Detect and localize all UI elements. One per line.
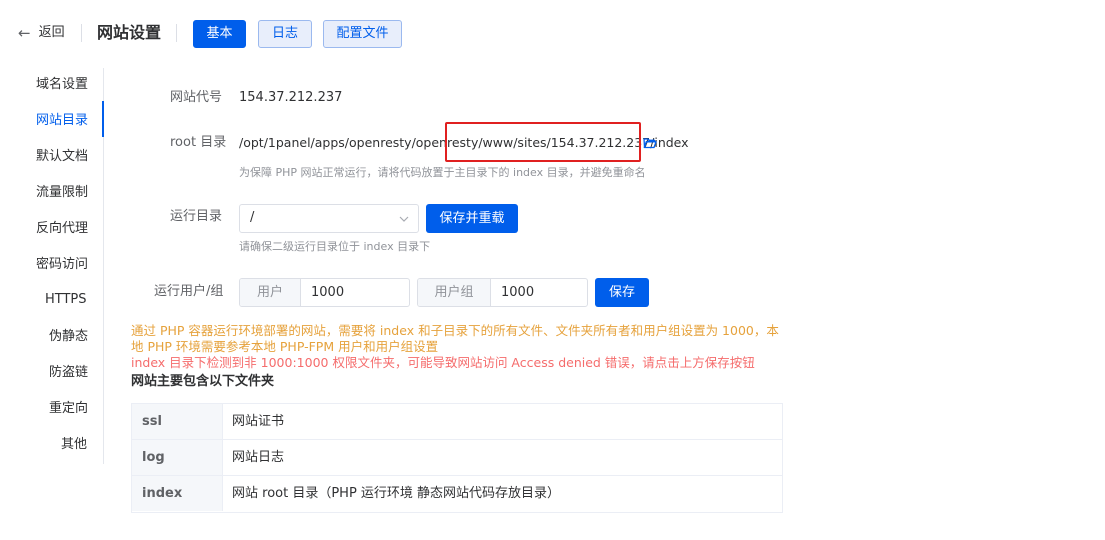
folders-table: ssl 网站证书 log 网站日志 index 网站 root 目录（PHP 运… <box>131 403 783 513</box>
group-value: 1000 <box>501 285 535 300</box>
folder-open-icon[interactable] <box>643 136 657 150</box>
user-value: 1000 <box>311 285 345 300</box>
back-button[interactable]: ← 返回 <box>18 24 65 42</box>
back-label: 返回 <box>38 25 65 40</box>
page-header: ← 返回 网站设置 基本 日志 配置文件 <box>0 0 1105 66</box>
save-button[interactable]: 保存 <box>595 278 649 307</box>
sidebar-item-site-dir[interactable]: 网站目录 <box>36 112 88 130</box>
run-dir-select[interactable]: / <box>239 204 419 233</box>
folders-title: 网站主要包含以下文件夹 <box>131 374 275 389</box>
group-prefix: 用户组 <box>418 279 491 306</box>
sidebar-active-indicator <box>102 101 104 137</box>
warning-text: 地 PHP 环境需要参考本地 PHP-FPM 用户和用户组设置 <box>131 339 439 354</box>
save-reload-button[interactable]: 保存并重载 <box>426 204 518 233</box>
folder-name: log <box>132 440 223 475</box>
user-prefix: 用户 <box>240 279 301 306</box>
root-dir-label: root 目录 <box>170 135 227 150</box>
page-title: 网站设置 <box>97 23 162 42</box>
sidebar-item-https[interactable]: HTTPS <box>45 291 87 309</box>
chevron-down-icon <box>399 216 409 222</box>
table-row: ssl 网站证书 <box>132 404 782 440</box>
table-row: log 网站日志 <box>132 440 782 476</box>
tab-log[interactable]: 日志 <box>258 20 312 48</box>
table-row: index 网站 root 目录（PHP 运行环境 静态网站代码存放目录） <box>132 476 782 512</box>
tab-config-file[interactable]: 配置文件 <box>323 20 402 48</box>
sidebar-item-redirect[interactable]: 重定向 <box>49 400 88 418</box>
tab-basic[interactable]: 基本 <box>193 20 246 48</box>
highlight-box <box>445 122 641 162</box>
warning-text: 通过 PHP 容器运行环境部署的网站，需要将 index 和子目录下的所有文件、… <box>131 323 779 338</box>
folder-description: 网站 root 目录（PHP 运行环境 静态网站代码存放目录） <box>232 486 561 501</box>
header-divider <box>81 24 82 42</box>
user-input[interactable]: 用户 1000 <box>239 278 410 307</box>
sidebar-item-domain[interactable]: 域名设置 <box>36 76 88 94</box>
user-group-label: 运行用户/组 <box>154 284 224 299</box>
site-code-value: 154.37.212.237 <box>239 90 343 105</box>
folder-name: index <box>132 476 223 511</box>
sidebar-item-reverse-proxy[interactable]: 反向代理 <box>36 220 88 238</box>
folder-name: ssl <box>132 404 223 439</box>
run-dir-label: 运行目录 <box>170 209 223 224</box>
sidebar-item-anti-leech[interactable]: 防盗链 <box>49 364 88 382</box>
folder-description: 网站日志 <box>232 450 285 465</box>
header-divider <box>176 24 177 42</box>
sidebar-item-password-access[interactable]: 密码访问 <box>36 256 88 274</box>
run-dir-hint: 请确保二级运行目录位于 index 目录下 <box>239 240 431 253</box>
group-input[interactable]: 用户组 1000 <box>417 278 588 307</box>
run-dir-select-value: / <box>250 210 255 225</box>
sidebar-item-default-doc[interactable]: 默认文档 <box>36 148 88 166</box>
arrow-left-icon: ← <box>18 24 31 42</box>
sidebar-item-other[interactable]: 其他 <box>61 436 87 454</box>
sidebar-item-rewrite[interactable]: 伪静态 <box>49 328 88 346</box>
root-dir-hint: 为保障 PHP 网站正常运行，请将代码放置于主目录下的 index 目录，并避免… <box>239 166 646 179</box>
folder-description: 网站证书 <box>232 414 285 429</box>
site-code-label: 网站代号 <box>170 90 223 105</box>
error-text: index 目录下检测到非 1000:1000 权限文件夹，可能导致网站访问 A… <box>131 355 755 370</box>
sidebar-item-traffic-limit[interactable]: 流量限制 <box>36 184 88 202</box>
